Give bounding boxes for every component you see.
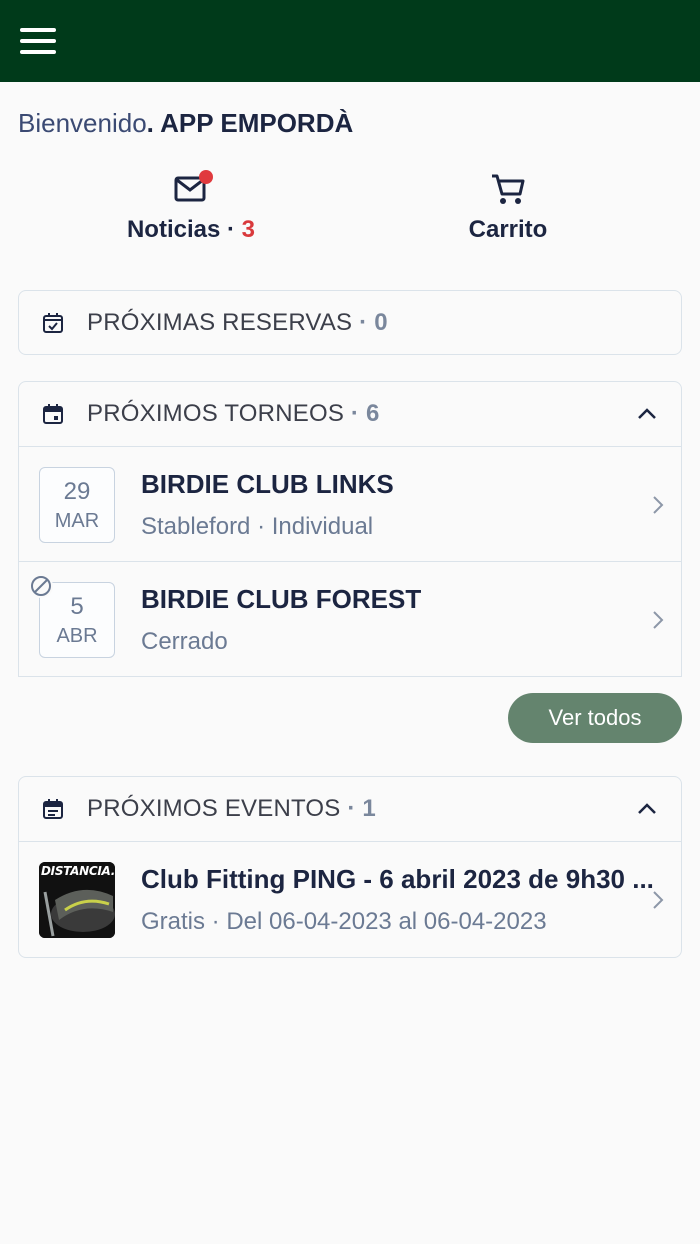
date-month: MAR <box>54 510 100 532</box>
tournament-name: BIRDIE CLUB LINKS <box>141 469 394 499</box>
event-name: Club Fitting PING - 6 abril 2023 de 9h30… <box>141 864 654 894</box>
tournaments-title: PRÓXIMOS TORNEOS <box>87 400 345 427</box>
chevron-right-icon <box>653 496 664 514</box>
cart-label: Carrito <box>468 216 548 243</box>
events-header[interactable]: PRÓXIMOS EVENTOS · 1 <box>19 777 681 841</box>
news-count: 3 <box>241 216 256 243</box>
mail-icon <box>171 168 213 208</box>
thumbnail-text: DISTANCIA. <box>41 864 115 878</box>
reservations-separator: · <box>352 309 375 336</box>
date-day: 5 <box>70 593 84 620</box>
events-card: PRÓXIMOS EVENTOS · 1 DISTANCIA. Club Fit… <box>18 776 682 958</box>
chevron-right-icon <box>653 611 664 629</box>
welcome-text: Bienvenido. APP EMPORDÀ <box>18 108 353 139</box>
tournaments-count: 6 <box>365 400 380 427</box>
blocked-icon <box>29 574 53 598</box>
chevron-up-icon[interactable] <box>635 402 659 426</box>
reservations-title: PRÓXIMAS RESERVAS <box>87 309 353 336</box>
tournament-detail: Stableford · Individual <box>141 513 374 540</box>
calendar-check-icon <box>43 313 63 333</box>
welcome-greeting: Bienvenido <box>18 108 147 138</box>
calendar-list-icon <box>43 799 63 819</box>
reservations-header[interactable]: PRÓXIMAS RESERVAS · 0 <box>19 291 681 354</box>
cart-button[interactable]: Carrito <box>408 168 608 244</box>
top-app-bar <box>0 0 700 82</box>
tournament-name: BIRDIE CLUB FOREST <box>141 584 422 614</box>
calendar-icon <box>43 404 63 424</box>
news-separator: · <box>220 216 242 243</box>
tournaments-separator: · <box>344 400 366 427</box>
unread-dot <box>199 170 213 184</box>
date-month: ABR <box>56 625 98 647</box>
tournaments-card: PRÓXIMOS TORNEOS · 6 29 MAR BIRDIE CLUB … <box>18 381 682 677</box>
event-row[interactable]: DISTANCIA. Club Fitting PING - 6 abril 2… <box>19 841 681 956</box>
tournament-detail: Cerrado <box>141 628 228 655</box>
event-detail: Gratis · Del 06-04-2023 al 06-04-2023 <box>141 908 547 935</box>
news-label: Noticias <box>126 216 221 243</box>
chevron-up-icon[interactable] <box>635 797 659 821</box>
reservations-count: 0 <box>374 309 388 336</box>
club-name: . APP EMPORDÀ <box>146 108 354 138</box>
events-count: 1 <box>362 795 376 822</box>
reservations-card[interactable]: PRÓXIMAS RESERVAS · 0 <box>18 290 682 355</box>
tournament-row[interactable]: 5 ABR BIRDIE CLUB FOREST Cerrado <box>19 561 681 676</box>
events-title: PRÓXIMOS EVENTOS <box>87 795 341 822</box>
date-box: 29 MAR <box>39 467 115 543</box>
chevron-right-icon <box>653 891 664 909</box>
tournaments-header[interactable]: PRÓXIMOS TORNEOS · 6 <box>19 382 681 446</box>
news-button[interactable]: Noticias · 3 <box>91 168 291 244</box>
see-all-button[interactable]: Ver todos <box>508 693 682 743</box>
tournament-row[interactable]: 29 MAR BIRDIE CLUB LINKS Stableford · In… <box>19 446 681 561</box>
events-separator: · <box>340 795 363 822</box>
cart-icon <box>488 168 528 208</box>
date-day: 29 <box>63 478 91 505</box>
event-thumbnail: DISTANCIA. <box>39 862 115 938</box>
hamburger-menu-icon[interactable] <box>20 28 56 54</box>
